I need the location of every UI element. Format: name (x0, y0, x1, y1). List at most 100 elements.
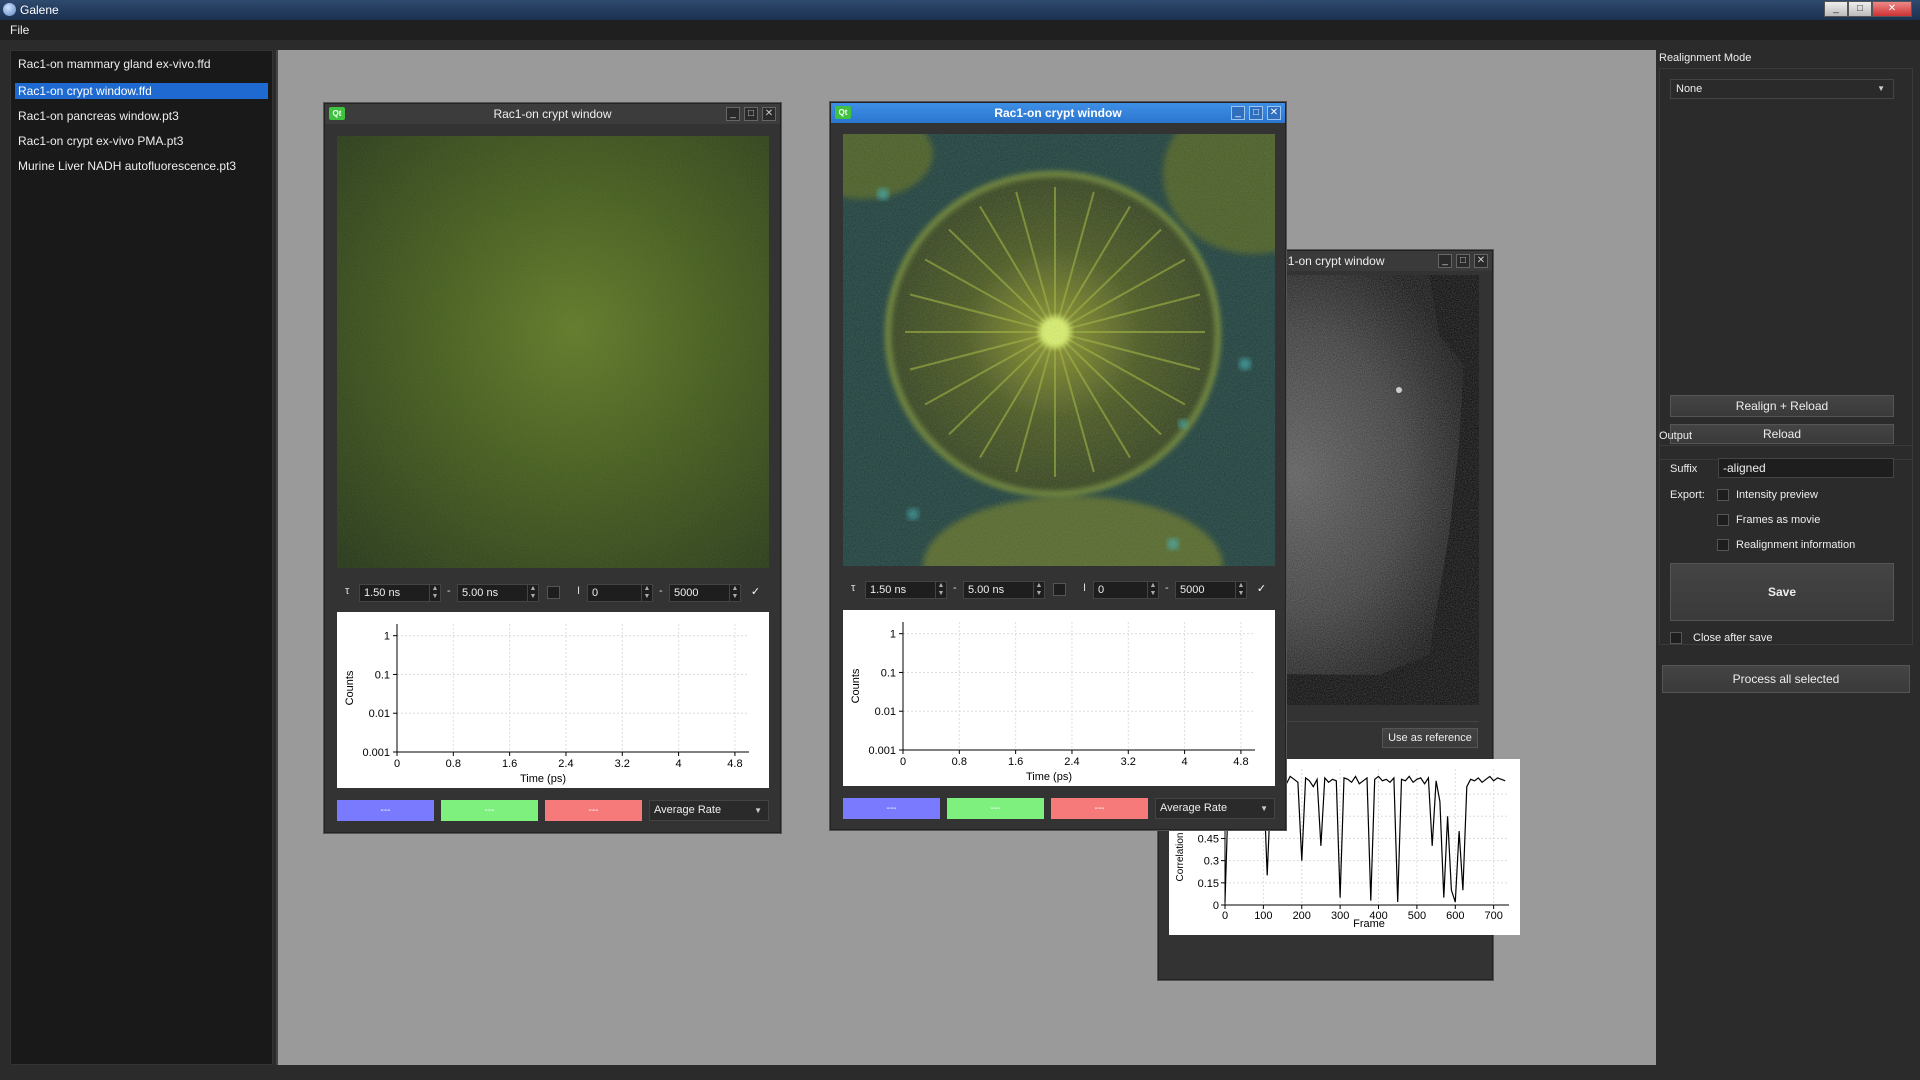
minimize-icon[interactable]: _ (726, 107, 740, 121)
file-list-item-selected[interactable]: Rac1-on crypt window.ffd (15, 83, 268, 99)
file-list-item[interactable]: Rac1-on crypt ex-vivo PMA.pt3 (15, 133, 268, 149)
close-icon[interactable]: ✕ (1474, 254, 1488, 268)
file-list[interactable]: Rac1-on mammary gland ex-vivo.ffd Rac1-o… (10, 50, 273, 1065)
x-tick-label: 1.6 (1008, 756, 1023, 768)
display-mode-select[interactable]: Average Rate ▼ (649, 800, 769, 821)
x-axis-label: Time (ps) (520, 773, 566, 785)
realignment-information-checkbox[interactable] (1717, 539, 1729, 551)
realignment-mode-select[interactable]: None ▼ (1670, 79, 1894, 99)
minimize-icon[interactable]: _ (1231, 106, 1245, 120)
x-tick-label: 700 (1484, 910, 1502, 922)
qt-icon: Qt (835, 106, 851, 119)
tau-auto-checkbox[interactable] (547, 586, 560, 599)
realign-reload-button[interactable]: Realign + Reload (1670, 395, 1894, 417)
reload-button[interactable]: Reload (1670, 424, 1894, 444)
output-label: Output (1659, 430, 1693, 442)
menu-file[interactable]: File (10, 23, 29, 37)
y-tick-label: 0.1 (375, 669, 390, 681)
spin-arrows-icon[interactable]: ▲ ▼ (1235, 582, 1246, 598)
minimize-icon[interactable]: _ (1824, 1, 1848, 17)
use-as-reference-button[interactable]: Use as reference (1382, 728, 1478, 748)
range-controls: τ 1.50 ns ▲ ▼ - 5.00 ns ▲ ▼ I 0 ▲ ▼ - 5000 ▲ ▼ ✓ (843, 579, 1275, 601)
x-tick-label: 4 (1182, 756, 1188, 768)
close-after-save-checkbox[interactable] (1670, 632, 1682, 644)
chevron-down-icon: ▼ (1877, 84, 1885, 93)
red-channel-button[interactable]: --- (545, 800, 642, 821)
maximize-icon[interactable]: □ (1249, 106, 1263, 120)
file-list-item[interactable]: Rac1-on mammary gland ex-vivo.ffd (15, 56, 268, 72)
spin-arrows-icon[interactable]: ▲ ▼ (641, 585, 652, 601)
display-mode-select[interactable]: Average Rate ▼ (1155, 798, 1275, 819)
tau-max-spinbox[interactable]: 5.00 ns ▲ ▼ (457, 584, 539, 602)
app-titlebar: Galene _ □ ✕ (0, 0, 1920, 20)
spin-arrows-icon[interactable]: ▲ ▼ (429, 585, 440, 601)
flim-image[interactable] (843, 134, 1275, 566)
x-tick-label: 0 (394, 758, 400, 770)
decay-chart: 0 0.8 1.6 2.4 3.2 4 4.8 0.001 0.01 0.1 1 Time (ps) C… (850, 622, 1255, 783)
flim-window-2[interactable]: Rac1-on crypt window Qt _ □ ✕ τ 1.50 ns … (830, 102, 1286, 830)
decay-plot: 0 0.8 1.6 2.4 3.2 4 4.8 0.001 0.01 0.1 1 Time (ps) C… (843, 610, 1275, 786)
intensity-preview-label[interactable]: Intensity preview (1736, 489, 1818, 501)
realignment-information-label[interactable]: Realignment information (1736, 539, 1855, 551)
maximize-icon[interactable]: □ (1848, 1, 1872, 17)
maximize-icon[interactable]: □ (1456, 254, 1470, 268)
range-dash: - (1165, 582, 1169, 594)
spin-arrows-icon[interactable]: ▲ ▼ (935, 582, 946, 598)
green-channel-button[interactable]: --- (441, 800, 538, 821)
frames-as-movie-label[interactable]: Frames as movie (1736, 514, 1820, 526)
y-tick-label: 0.001 (868, 745, 896, 757)
close-icon[interactable]: ✕ (1872, 1, 1912, 17)
maximize-icon[interactable]: □ (744, 107, 758, 121)
spin-arrows-icon[interactable]: ▲ ▼ (527, 585, 538, 601)
right-panel: Realignment Mode None ▼ Realign + Reload … (1656, 40, 1920, 1065)
tau-auto-checkbox[interactable] (1053, 583, 1066, 596)
spin-arrows-icon[interactable]: ▲ ▼ (1033, 582, 1044, 598)
intensity-preview-checkbox[interactable] (1717, 489, 1729, 501)
intensity-min-spinbox[interactable]: 0 ▲ ▼ (1093, 581, 1159, 599)
tau-min-spinbox[interactable]: 1.50 ns ▲ ▼ (865, 581, 947, 599)
intensity-min-spinbox[interactable]: 0 ▲ ▼ (587, 584, 653, 602)
range-dash: - (953, 582, 957, 594)
app-title: Galene (20, 3, 59, 17)
mdi-area: Rac1-on crypt window _ □ ✕ Use as refere… (278, 50, 1656, 1065)
file-list-item[interactable]: Rac1-on pancreas window.pt3 (15, 108, 268, 124)
tau-min-spinbox[interactable]: 1.50 ns ▲ ▼ (359, 584, 441, 602)
x-tick-label: 4 (676, 758, 682, 770)
close-icon[interactable]: ✕ (1267, 106, 1281, 120)
spin-arrows-icon[interactable]: ▲ ▼ (729, 585, 740, 601)
save-button[interactable]: Save (1670, 563, 1894, 621)
x-tick-label: 3.2 (615, 758, 630, 770)
status-bar (0, 1065, 1920, 1080)
intensity-auto-checkbox[interactable]: ✓ (1255, 583, 1268, 596)
window-title[interactable]: Rac1-on crypt window (831, 103, 1285, 123)
flim-window-1[interactable]: Rac1-on crypt window Qt _ □ ✕ τ 1.50 ns … (324, 103, 781, 833)
green-channel-button[interactable]: --- (947, 798, 1044, 819)
ylabel: Correlation (1175, 833, 1186, 882)
red-channel-button[interactable]: --- (1051, 798, 1148, 819)
intensity-auto-checkbox[interactable]: ✓ (749, 586, 762, 599)
minimize-icon[interactable]: _ (1438, 254, 1452, 268)
spin-arrows-icon[interactable]: ▲ ▼ (1147, 582, 1158, 598)
qt-icon: Qt (329, 107, 345, 120)
blue-channel-button[interactable]: --- (337, 800, 434, 821)
window-title[interactable]: Rac1-on crypt window (325, 104, 780, 124)
y-tick-label: 0.01 (369, 708, 390, 720)
close-icon[interactable]: ✕ (762, 107, 776, 121)
range-controls: τ 1.50 ns ▲ ▼ - 5.00 ns ▲ ▼ I 0 ▲ ▼ - 5000 ▲ ▼ ✓ (337, 582, 769, 604)
tau-max-spinbox[interactable]: 5.00 ns ▲ ▼ (963, 581, 1045, 599)
suffix-input[interactable]: -aligned (1718, 458, 1894, 478)
close-after-save-label[interactable]: Close after save (1693, 632, 1772, 644)
intensity-max-spinbox[interactable]: 5000 ▲ ▼ (669, 584, 741, 602)
x-tick-label: 3.2 (1121, 756, 1136, 768)
blue-channel-button[interactable]: --- (843, 798, 940, 819)
decay-chart: 0 0.8 1.6 2.4 3.2 4 4.8 0.001 0.01 0.1 1 Time (ps) C… (344, 624, 749, 785)
app-icon (3, 3, 16, 16)
intensity-max-spinbox[interactable]: 5000 ▲ ▼ (1175, 581, 1247, 599)
x-tick-label: 0.8 (952, 756, 967, 768)
y-tick-label: 0.45 (1198, 833, 1219, 845)
flim-image[interactable] (337, 136, 769, 568)
file-list-item[interactable]: Murine Liver NADH autofluorescence.pt3 (15, 158, 268, 174)
frames-as-movie-checkbox[interactable] (1717, 514, 1729, 526)
range-dash: - (447, 585, 451, 597)
process-all-selected-button[interactable]: Process all selected (1662, 665, 1910, 693)
